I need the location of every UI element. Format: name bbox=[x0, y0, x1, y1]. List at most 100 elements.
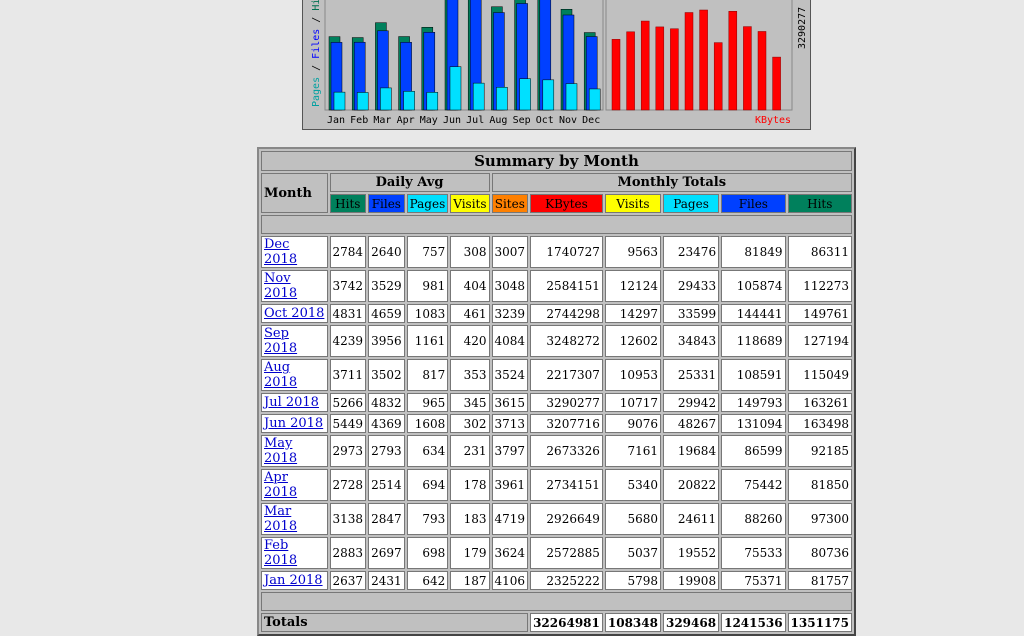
sites-cell: 4719 bbox=[491, 503, 529, 535]
files-cell: 81849 bbox=[721, 236, 786, 268]
month-link[interactable]: Jul 2018 bbox=[264, 395, 319, 410]
table-row: Jun 2018 5449 4369 1608 302 3713 3207716 9076 48… bbox=[261, 414, 852, 433]
month-tick-label: Mar bbox=[373, 115, 391, 126]
table-row: Mar 2018 3138 2847 793 183 4719 2926649 5680 246… bbox=[261, 503, 852, 535]
sites-cell: 3713 bbox=[491, 414, 529, 433]
pages-bar bbox=[333, 91, 346, 111]
y-axis-label: Pages / Files / Hits bbox=[311, 0, 322, 107]
month-link[interactable]: Nov 2018 bbox=[264, 271, 297, 301]
d-hits-cell: 4831 bbox=[329, 304, 367, 323]
sites-cell: 3615 bbox=[491, 393, 529, 412]
month-link[interactable]: Jan 2018 bbox=[264, 573, 323, 588]
monthly-kbytes-header: KBytes bbox=[530, 194, 603, 213]
kbytes-bar bbox=[670, 28, 679, 111]
daily-hits-header: Hits bbox=[329, 194, 367, 213]
kbytes-cell: 2734151 bbox=[530, 469, 603, 501]
d-visits-cell: 353 bbox=[450, 359, 490, 391]
visits-cell: 5798 bbox=[604, 571, 661, 590]
month-link[interactable]: Aug 2018 bbox=[264, 360, 297, 390]
sites-cell: 3524 bbox=[491, 359, 529, 391]
pages-bar bbox=[519, 78, 531, 111]
monthly-files-header: Files bbox=[721, 194, 786, 213]
d-visits-cell: 404 bbox=[450, 270, 490, 302]
d-visits-cell: 345 bbox=[450, 393, 490, 412]
kbytes-cell: 2744298 bbox=[530, 304, 603, 323]
pages-bar bbox=[565, 83, 578, 111]
d-hits-cell: 2728 bbox=[329, 469, 367, 501]
summary-body: Dec 2018 2784 2640 757 308 3007 1740727 9563 234… bbox=[261, 215, 852, 632]
table-row: Nov 2018 3742 3529 981 404 3048 2584151 12124 29… bbox=[261, 270, 852, 302]
visits-cell: 5037 bbox=[604, 537, 661, 569]
sites-cell: 4084 bbox=[491, 325, 529, 357]
month-link[interactable]: Oct 2018 bbox=[264, 306, 324, 321]
d-files-cell: 4832 bbox=[368, 393, 405, 412]
hits-cell: 127194 bbox=[787, 325, 852, 357]
monthly-pages-header: Pages bbox=[662, 194, 720, 213]
month-link[interactable]: Sep 2018 bbox=[264, 326, 297, 356]
total-visits-cell: 108348 bbox=[604, 613, 661, 632]
table-row: Apr 2018 2728 2514 694 178 3961 2734151 5340 208… bbox=[261, 469, 852, 501]
table-row: Feb 2018 2883 2697 698 179 3624 2572885 5037 195… bbox=[261, 537, 852, 569]
d-files-cell: 2514 bbox=[368, 469, 405, 501]
kbytes-cell: 3248272 bbox=[530, 325, 603, 357]
daily-visits-header: Visits bbox=[450, 194, 490, 213]
month-cell: Oct 2018 bbox=[261, 304, 328, 323]
month-tick-label: Jun bbox=[443, 115, 461, 126]
summary-title: Summary by Month bbox=[261, 151, 852, 171]
d-pages-cell: 1608 bbox=[406, 414, 449, 433]
pages-bar bbox=[380, 87, 392, 111]
table-row: Jan 2018 2637 2431 642 187 4106 2325222 5798 199… bbox=[261, 571, 852, 590]
monthly-visits-header: Visits bbox=[604, 194, 661, 213]
pages-bar bbox=[356, 92, 369, 111]
month-link[interactable]: Mar 2018 bbox=[264, 504, 297, 534]
month-link[interactable]: Feb 2018 bbox=[264, 538, 297, 568]
total-files-cell: 1241536 bbox=[721, 613, 786, 632]
month-cell: Nov 2018 bbox=[261, 270, 328, 302]
d-hits-cell: 3711 bbox=[329, 359, 367, 391]
d-pages-cell: 793 bbox=[406, 503, 449, 535]
visits-cell: 12124 bbox=[604, 270, 661, 302]
month-link[interactable]: May 2018 bbox=[264, 436, 297, 466]
visits-cell: 14297 bbox=[604, 304, 661, 323]
d-pages-cell: 634 bbox=[406, 435, 449, 467]
d-files-cell: 2847 bbox=[368, 503, 405, 535]
sites-cell: 4106 bbox=[491, 571, 529, 590]
hits-cell: 115049 bbox=[787, 359, 852, 391]
kbytes-bar bbox=[699, 9, 708, 111]
table-row: Aug 2018 3711 3502 817 353 3524 2217307 10953 25… bbox=[261, 359, 852, 391]
month-link[interactable]: Apr 2018 bbox=[264, 470, 297, 500]
kbytes-cell: 2584151 bbox=[530, 270, 603, 302]
kbytes-cell: 1740727 bbox=[530, 236, 603, 268]
pages-cell: 25331 bbox=[662, 359, 720, 391]
kbytes-bar bbox=[626, 31, 635, 111]
pages-cell: 24611 bbox=[662, 503, 720, 535]
d-hits-cell: 2973 bbox=[329, 435, 367, 467]
pages-bar bbox=[449, 66, 462, 111]
files-cell: 88260 bbox=[721, 503, 786, 535]
month-cell: Apr 2018 bbox=[261, 469, 328, 501]
kbytes-cell: 3207716 bbox=[530, 414, 603, 433]
d-files-cell: 3529 bbox=[368, 270, 405, 302]
month-cell: Sep 2018 bbox=[261, 325, 328, 357]
files-cell: 75371 bbox=[721, 571, 786, 590]
daily-avg-header: Daily Avg bbox=[329, 173, 490, 192]
kbytes-max-label: 3290277 bbox=[797, 7, 808, 49]
pages-bar bbox=[588, 88, 601, 111]
visits-cell: 5340 bbox=[604, 469, 661, 501]
d-visits-cell: 183 bbox=[450, 503, 490, 535]
pages-cell: 48267 bbox=[662, 414, 720, 433]
d-hits-cell: 5266 bbox=[329, 393, 367, 412]
kbytes-cell: 2673326 bbox=[530, 435, 603, 467]
month-cell: Feb 2018 bbox=[261, 537, 328, 569]
d-files-cell: 2793 bbox=[368, 435, 405, 467]
month-link[interactable]: Jun 2018 bbox=[264, 416, 323, 431]
hits-cell: 112273 bbox=[787, 270, 852, 302]
total-pages-cell: 329468 bbox=[662, 613, 720, 632]
month-header: Month bbox=[261, 173, 328, 213]
pages-cell: 29433 bbox=[662, 270, 720, 302]
month-tick-label: Aug bbox=[489, 115, 507, 126]
hits-cell: 81757 bbox=[787, 571, 852, 590]
pages-cell: 19684 bbox=[662, 435, 720, 467]
month-link[interactable]: Dec 2018 bbox=[264, 237, 297, 267]
month-tick-label: Sep bbox=[513, 115, 531, 126]
